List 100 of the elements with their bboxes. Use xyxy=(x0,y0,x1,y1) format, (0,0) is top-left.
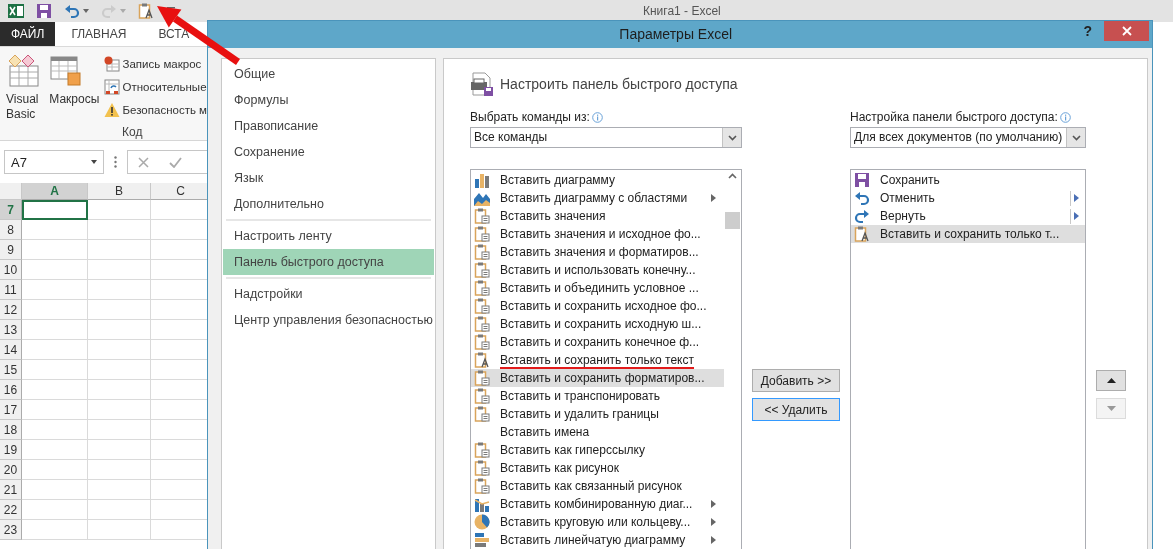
command-item[interactable]: Вставить и сохранить только текст xyxy=(471,351,724,369)
scrollbar-thumb[interactable] xyxy=(725,212,740,229)
grid-cell[interactable] xyxy=(22,380,88,400)
grid-cell[interactable] xyxy=(88,200,151,220)
grid-cell[interactable] xyxy=(88,240,151,260)
row-header[interactable]: 7 xyxy=(0,200,22,220)
row-header[interactable]: 8 xyxy=(0,220,22,240)
grid-cell[interactable] xyxy=(88,400,151,420)
category-item[interactable]: Панель быстрого доступа xyxy=(223,249,434,275)
grid-cell[interactable] xyxy=(22,460,88,480)
grid-cell[interactable] xyxy=(22,520,88,540)
grid-cell[interactable] xyxy=(88,360,151,380)
help-button[interactable]: ? xyxy=(1083,21,1104,41)
row-header[interactable]: 12 xyxy=(0,300,22,320)
grid-cell[interactable] xyxy=(22,400,88,420)
grid-cell[interactable] xyxy=(88,260,151,280)
command-item[interactable]: Вставить и сохранить исходную ш... xyxy=(471,315,724,333)
command-item[interactable]: Вставить и сохранить конечное ф... xyxy=(471,333,724,351)
grid-cell[interactable] xyxy=(22,420,88,440)
selected-cell[interactable] xyxy=(22,200,88,220)
command-item[interactable]: Вставить как гиперссылку xyxy=(471,441,724,459)
row-header[interactable]: 14 xyxy=(0,340,22,360)
command-item[interactable]: Вставить значения и исходное фо... xyxy=(471,225,724,243)
grid-cell[interactable] xyxy=(88,480,151,500)
row-header[interactable]: 22 xyxy=(0,500,22,520)
category-item[interactable]: Язык xyxy=(223,165,434,191)
toolbar-item[interactable]: Вставить и сохранить только т... xyxy=(851,225,1085,243)
command-item[interactable]: Вставить комбинированную диаг... xyxy=(471,495,724,513)
grid-cell[interactable] xyxy=(88,280,151,300)
row-header[interactable]: 17 xyxy=(0,400,22,420)
grid-cell[interactable] xyxy=(22,320,88,340)
command-item[interactable]: Вставить и сохранить исходное фо... xyxy=(471,297,724,315)
toolbar-button[interactable] xyxy=(64,3,89,19)
command-item[interactable]: Вставить и использовать конечну... xyxy=(471,261,724,279)
grid-cell[interactable] xyxy=(88,300,151,320)
grid-cell[interactable] xyxy=(22,260,88,280)
row-header[interactable]: 23 xyxy=(0,520,22,540)
ribbon-button[interactable]: Макросы xyxy=(47,52,102,109)
toolbar-button[interactable] xyxy=(36,3,52,19)
name-box[interactable]: A7 xyxy=(4,150,104,174)
command-item[interactable]: Вставить значения и форматиров... xyxy=(471,243,724,261)
grid-cell[interactable] xyxy=(22,280,88,300)
row-header[interactable]: 19 xyxy=(0,440,22,460)
grid-cell[interactable] xyxy=(22,220,88,240)
row-header[interactable]: 11 xyxy=(0,280,22,300)
toolbar-item[interactable]: Отменить xyxy=(851,189,1085,207)
category-item[interactable]: Центр управления безопасностью xyxy=(223,307,434,333)
ribbon-button[interactable]: Visual Basic xyxy=(4,52,46,124)
ribbon-button[interactable]: Относительные xyxy=(103,76,207,97)
command-item[interactable]: Вставить и объединить условное ... xyxy=(471,279,724,297)
ribbon-tab[interactable]: ГЛАВНАЯ xyxy=(55,22,143,46)
command-item[interactable]: Вставить и удалить границы xyxy=(471,405,724,423)
add-button[interactable]: Добавить >> xyxy=(752,369,840,392)
scope-dropdown[interactable]: Для всех документов (по умолчанию) xyxy=(850,127,1086,148)
command-item[interactable]: Вставить круговую или кольцеву... xyxy=(471,513,724,531)
grid-cell[interactable] xyxy=(88,220,151,240)
grid-cell[interactable] xyxy=(22,360,88,380)
grid-cell[interactable] xyxy=(88,380,151,400)
category-item[interactable]: Надстройки xyxy=(223,281,434,307)
ribbon-button[interactable]: Безопасность м xyxy=(103,99,207,120)
row-header[interactable]: 16 xyxy=(0,380,22,400)
category-item[interactable]: Дополнительно xyxy=(223,191,434,217)
command-item[interactable]: Вставить диаграмму xyxy=(471,171,724,189)
grid-cell[interactable] xyxy=(22,340,88,360)
grid-cell[interactable] xyxy=(88,420,151,440)
command-item[interactable]: Вставить значения xyxy=(471,207,724,225)
command-item[interactable]: Вставить и сохранить форматиров... xyxy=(471,369,724,387)
column-header[interactable]: A xyxy=(22,183,88,200)
category-item[interactable]: Общие xyxy=(223,61,434,87)
grid-cell[interactable] xyxy=(88,340,151,360)
close-button[interactable] xyxy=(1104,21,1149,41)
command-item[interactable]: Вставить и транспонировать xyxy=(471,387,724,405)
grid-cell[interactable] xyxy=(88,520,151,540)
grid-cell[interactable] xyxy=(22,500,88,520)
command-item[interactable]: Вставить диаграмму с областями xyxy=(471,189,724,207)
commands-dropdown[interactable]: Все команды xyxy=(470,127,742,148)
column-header[interactable]: B xyxy=(88,183,151,200)
row-header[interactable]: 18 xyxy=(0,420,22,440)
row-header[interactable]: 9 xyxy=(0,240,22,260)
row-header[interactable]: 21 xyxy=(0,480,22,500)
row-header[interactable]: 13 xyxy=(0,320,22,340)
grid-cell[interactable] xyxy=(88,320,151,340)
toolbar-item[interactable]: Сохранить xyxy=(851,171,1085,189)
move-up-button[interactable] xyxy=(1096,370,1126,391)
toolbar-item[interactable]: Вернуть xyxy=(851,207,1085,225)
row-header[interactable]: 15 xyxy=(0,360,22,380)
category-item[interactable]: Сохранение xyxy=(223,139,434,165)
category-item[interactable]: Настроить ленту xyxy=(223,223,434,249)
category-item[interactable]: Правописание xyxy=(223,113,434,139)
app-logo[interactable] xyxy=(8,3,24,19)
row-header[interactable]: 10 xyxy=(0,260,22,280)
remove-button[interactable]: << Удалить xyxy=(752,398,840,421)
command-item[interactable]: Вставить как связанный рисунок xyxy=(471,477,724,495)
grid-cell[interactable] xyxy=(22,300,88,320)
command-item[interactable]: Вставить как рисунок xyxy=(471,459,724,477)
grid-cell[interactable] xyxy=(22,480,88,500)
row-header[interactable]: 20 xyxy=(0,460,22,480)
category-item[interactable]: Формулы xyxy=(223,87,434,113)
ribbon-tab[interactable]: ВСТА xyxy=(142,22,206,46)
ribbon-button[interactable]: Запись макрос xyxy=(103,53,207,74)
